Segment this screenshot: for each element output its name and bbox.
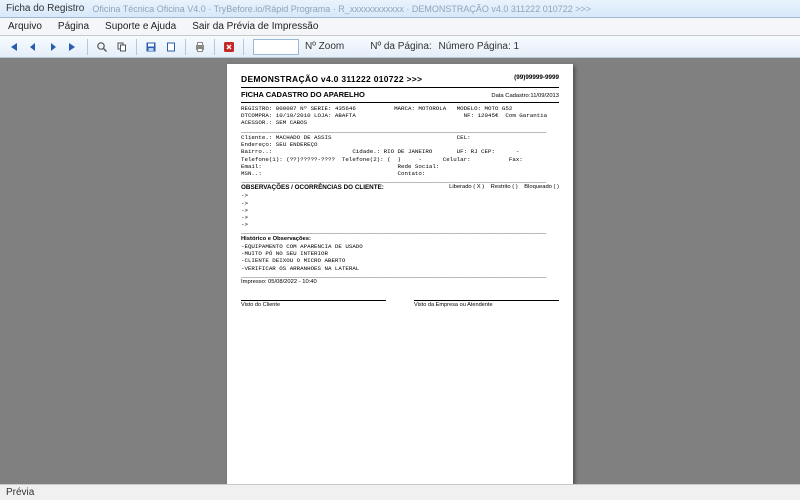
- page-number-label: Nº da Página:: [370, 41, 431, 52]
- obs-line: ->: [241, 200, 559, 207]
- obs-line: ->: [241, 192, 559, 199]
- menu-sair[interactable]: Sair da Prévia de Impressão: [184, 21, 326, 32]
- report-phone: (99)99999-9999: [514, 74, 559, 82]
- menu-pagina[interactable]: Página: [50, 21, 97, 32]
- endereco-line: Endereço: SEU ENDEREÇO: [241, 141, 559, 148]
- status-flags: Liberado ( X ) Restrito ( ) Bloqueado ( …: [449, 184, 559, 191]
- menu-arquivo[interactable]: Arquivo: [0, 21, 50, 32]
- toolbar-separator: [136, 39, 137, 55]
- toolbar-separator: [87, 39, 88, 55]
- comp-line: DTCOMPRA: 10/10/2010 LOJA: ABAFTA NF: 12…: [241, 112, 559, 119]
- report-header-title: DEMONSTRAÇÃO v4.0 311222 010722 >>>: [241, 74, 559, 85]
- toolbar-separator: [185, 39, 186, 55]
- data-cadastro-label: Data Cadastro:: [491, 93, 530, 99]
- divider-dash: ________________________________________…: [241, 228, 559, 235]
- nav-prev-button[interactable]: [24, 38, 42, 56]
- signature-cliente: Visto do Cliente: [241, 300, 386, 309]
- statusbar-text: Prévia: [6, 487, 34, 498]
- aces-line: ACESSOR.: SEM CABOS: [241, 119, 559, 126]
- signature-empresa-label: Visto da Empresa ou Atendente: [414, 302, 559, 309]
- menubar: Arquivo Página Suporte e Ajuda Sair da P…: [0, 18, 800, 36]
- hist-line: -MUITO PÓ NO SEU INTERIOR: [241, 250, 559, 257]
- signature-cliente-label: Visto do Cliente: [241, 302, 386, 309]
- flag-liberado: Liberado ( X ): [449, 184, 484, 190]
- zoom-tool-button[interactable]: [93, 38, 111, 56]
- page-number-value: Número Página: 1: [438, 41, 519, 52]
- toolbar: Nº Zoom Nº da Página: Número Página: 1: [0, 36, 800, 58]
- nav-first-button[interactable]: [4, 38, 22, 56]
- hist-line: -VERIFICAR OS ARRANHOES NA LATERAL: [241, 265, 559, 272]
- hist-line: -EQUIPAMENTO COM APARENCIA DE USADO: [241, 243, 559, 250]
- divider: [241, 87, 559, 88]
- flag-bloqueado: Bloqueado ( ): [524, 184, 559, 190]
- impresso-line: Impresso: 05/08/2022 - 10:40: [241, 279, 559, 286]
- close-preview-button[interactable]: [220, 38, 238, 56]
- window-title: Ficha do Registro: [6, 3, 84, 14]
- obs-line: ->: [241, 207, 559, 214]
- copy-button[interactable]: [113, 38, 131, 56]
- menu-suporte[interactable]: Suporte e Ajuda: [97, 21, 184, 32]
- divider-dash: ________________________________________…: [241, 127, 559, 134]
- page-setup-button[interactable]: [162, 38, 180, 56]
- window-title-dim: Oficina Técnica Oficina V4.0 · TryBefore…: [92, 4, 591, 14]
- obs-line: ->: [241, 214, 559, 221]
- obs-line: ->: [241, 221, 559, 228]
- save-button[interactable]: [142, 38, 160, 56]
- preview-workspace[interactable]: (99)99999-9999 DEMONSTRAÇÃO v4.0 311222 …: [0, 58, 800, 484]
- hist-line: -CLIENTE DEIXOU O MICRO ABERTO: [241, 257, 559, 264]
- zoom-label: Nº Zoom: [305, 41, 344, 52]
- hist-title: Histórico e Observações:: [241, 236, 559, 243]
- data-cadastro-value: 11/09/2013: [530, 93, 559, 99]
- flag-restrito: Restrito ( ): [491, 184, 518, 190]
- window-titlebar: Ficha do Registro Oficina Técnica Oficin…: [0, 0, 800, 18]
- report-subtitle: FICHA CADASTRO DO APARELHO: [241, 90, 365, 99]
- divider: [241, 102, 559, 103]
- obs-title: OBSERVAÇÕES / OCORRÊNCIAS DO CLIENTE:: [241, 184, 384, 191]
- telefone-line: Telefone(1): (??)?????-???? Telefone(2):…: [241, 156, 559, 163]
- bairro-line: Bairro..: Cidade.: RIO DE JANEIRO UF: RJ…: [241, 148, 559, 155]
- nav-next-button[interactable]: [44, 38, 62, 56]
- cliente-line: Cliente.: MACHADO DE ASSIS CEL:: [241, 134, 559, 141]
- report-page: (99)99999-9999 DEMONSTRAÇÃO v4.0 311222 …: [227, 64, 573, 484]
- zoom-input[interactable]: [253, 39, 299, 55]
- toolbar-separator: [243, 39, 244, 55]
- reg-line: REGISTRO: 000007 Nº SERIE: 435646 MARCA:…: [241, 105, 559, 112]
- signature-row: Visto do Cliente Visto da Empresa ou Ate…: [241, 300, 559, 309]
- report-data-cadastro: Data Cadastro:11/09/2013: [491, 93, 559, 100]
- email-line: Email: Rede Social:: [241, 163, 559, 170]
- msn-line: MSN..: Contato:: [241, 170, 559, 177]
- print-button[interactable]: [191, 38, 209, 56]
- statusbar: Prévia: [0, 484, 800, 500]
- nav-last-button[interactable]: [64, 38, 82, 56]
- obs-header-row: OBSERVAÇÕES / OCORRÊNCIAS DO CLIENTE: Li…: [241, 184, 559, 192]
- divider-dash: ________________________________________…: [241, 272, 559, 279]
- toolbar-separator: [214, 39, 215, 55]
- signature-empresa: Visto da Empresa ou Atendente: [414, 300, 559, 309]
